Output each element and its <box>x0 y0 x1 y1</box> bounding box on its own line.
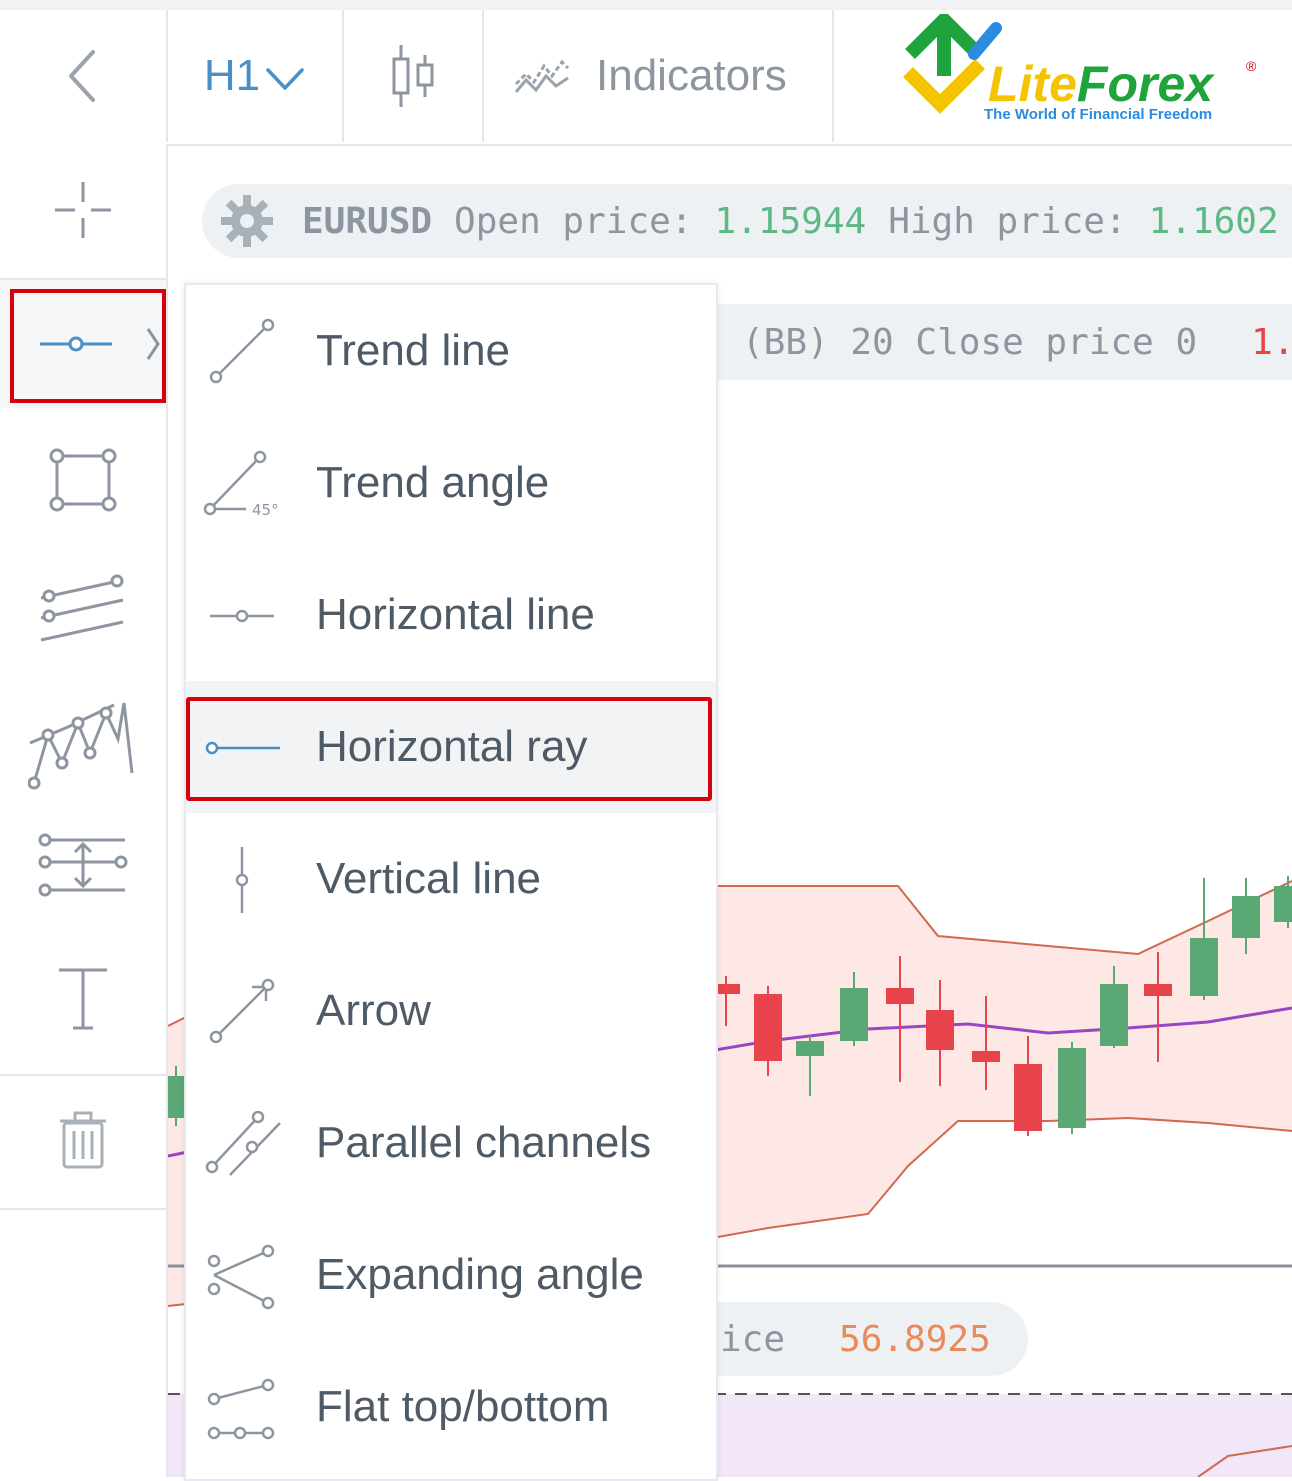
menu-item-trend-angle[interactable]: 45° Trend angle <box>186 417 716 549</box>
text-tool[interactable] <box>0 934 166 1062</box>
horizontal-line-icon <box>210 609 274 623</box>
parallel-channels-icon <box>205 1110 281 1176</box>
back-button[interactable] <box>0 10 166 142</box>
gear-icon[interactable] <box>218 192 276 250</box>
text-icon <box>59 968 107 1030</box>
candle-body <box>1274 886 1292 922</box>
menu-item-expanding-angle[interactable]: Expanding angle <box>186 1209 716 1341</box>
drawing-tools-sidebar <box>0 144 168 1477</box>
crosshair-icon <box>55 182 111 238</box>
candle-body <box>1058 1048 1086 1128</box>
trend-angle-icon: 45° <box>203 450 279 519</box>
timeframe-select[interactable]: H1 <box>168 10 342 142</box>
candlestick-icon <box>392 45 434 107</box>
pattern-icon <box>28 702 134 790</box>
angle-text: 45° <box>252 501 279 519</box>
menu-item-label: Horizontal line <box>316 590 595 639</box>
expanding-angle-icon <box>207 1244 275 1310</box>
indicators-label: Indicators <box>596 51 787 100</box>
timeframe-label: H1 <box>203 51 261 100</box>
menu-item-label: Parallel channels <box>316 1118 652 1167</box>
channel-tool[interactable] <box>0 544 166 672</box>
menu-item-parallel-channels[interactable]: Parallel channels <box>186 1077 716 1209</box>
candle-body <box>1100 984 1128 1046</box>
symbol-name: EURUSD <box>302 200 433 242</box>
indicators-button[interactable]: Indicators <box>484 10 832 142</box>
trash-icon <box>60 1111 106 1169</box>
indicators-icon <box>514 59 570 93</box>
candle-body <box>1014 1064 1042 1131</box>
chart-type-button[interactable] <box>344 10 482 142</box>
rectangle-tool[interactable] <box>0 416 166 544</box>
candle-body <box>972 1051 1000 1062</box>
brand-name: LiteForex <box>988 56 1213 112</box>
menu-item-label: Trend angle <box>316 458 550 507</box>
open-price-label: Open price: <box>454 200 693 242</box>
bollinger-indicator-bar[interactable]: (BB) 20 Close price 0 1. <box>668 304 1292 380</box>
symbol-info-bar[interactable]: EURUSD Open price: 1.15944 High price: 1… <box>202 184 1292 258</box>
line-tools-menu: Trend line 45° Trend angle Horizontal li… <box>184 283 718 1481</box>
candle-body <box>886 988 914 1004</box>
sidebar-divider <box>0 1208 166 1210</box>
candle-body <box>1190 938 1218 996</box>
menu-item-flat-top-bottom[interactable]: Flat top/bottom <box>186 1341 716 1473</box>
brand-tagline: The World of Financial Freedom <box>984 106 1213 123</box>
high-price-value: 1.1602 <box>1148 200 1279 242</box>
fibonacci-icon <box>38 833 128 897</box>
vertical-line-icon <box>235 847 249 913</box>
arrow-icon <box>209 978 275 1044</box>
top-toolbar: H1 Indicators LiteForex ® The World of F… <box>0 0 1292 146</box>
registered-mark: ® <box>1246 58 1257 74</box>
menu-item-label: Flat top/bottom <box>316 1382 610 1431</box>
pattern-tool[interactable] <box>0 674 166 802</box>
rectangle-icon <box>49 448 117 512</box>
parallel-lines-icon <box>40 574 124 642</box>
menu-item-horizontal-line[interactable]: Horizontal line <box>186 549 716 681</box>
selection-highlight-frame <box>186 697 712 801</box>
chevron-down-icon <box>266 68 304 90</box>
candle-body <box>1232 896 1260 938</box>
highlight-frame <box>10 289 166 403</box>
trend-line-icon <box>209 318 275 384</box>
indicator-value: 1. <box>1251 321 1292 363</box>
menu-item-vertical-line[interactable]: Vertical line <box>186 813 716 945</box>
menu-item-arrow[interactable]: Arrow <box>186 945 716 1077</box>
menu-item-trend-line[interactable]: Trend line <box>186 285 716 417</box>
indicator-text: (BB) 20 Close price 0 <box>742 321 1198 363</box>
window-top-edge <box>0 0 1292 10</box>
open-price-value: 1.15944 <box>714 200 867 242</box>
oscillator-text: ice <box>720 1318 786 1360</box>
candle-body <box>1144 984 1172 996</box>
brand-part-lite: Lite <box>988 56 1077 112</box>
toolbar-divider <box>832 10 834 142</box>
menu-item-label: Arrow <box>316 986 431 1035</box>
crosshair-tool[interactable] <box>0 146 166 274</box>
brand-part-forex: Forex <box>1076 56 1214 112</box>
menu-item-label: Expanding angle <box>316 1250 644 1299</box>
oscillator-info-bar[interactable]: ice 56.8925 <box>668 1302 1028 1376</box>
oscillator-value: 56.8925 <box>839 1318 991 1360</box>
chevron-left-icon <box>69 50 95 102</box>
liteforex-logo: LiteForex ® The World of Financial Freed… <box>896 10 1276 140</box>
candle-body <box>840 988 868 1041</box>
candle-body <box>796 1041 824 1056</box>
high-price-label: High price: <box>888 200 1127 242</box>
menu-item-label: Trend line <box>316 326 511 375</box>
delete-drawings-button[interactable] <box>0 1076 166 1204</box>
candle-body <box>926 1010 954 1050</box>
fibonacci-tool[interactable] <box>0 804 166 932</box>
menu-item-label: Vertical line <box>316 854 542 903</box>
candle-body <box>754 994 782 1061</box>
flat-top-bottom-icon <box>207 1378 275 1440</box>
